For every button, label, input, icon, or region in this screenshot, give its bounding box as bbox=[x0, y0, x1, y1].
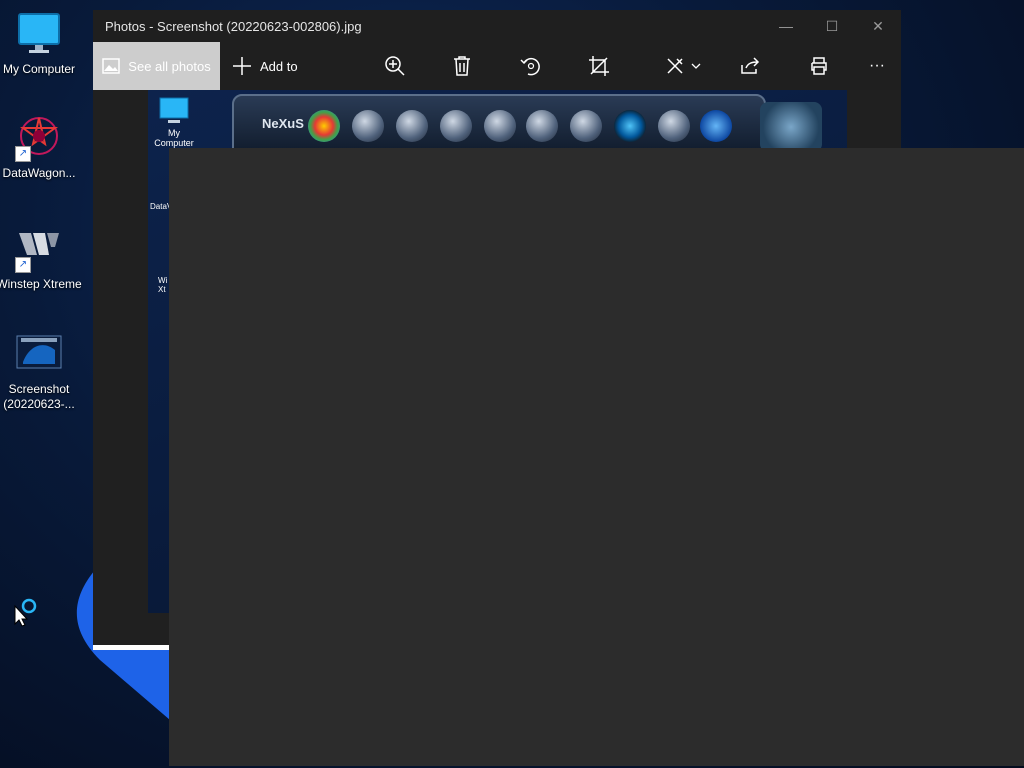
desktop-icon-label: Screenshot (20220623-... bbox=[3, 382, 75, 411]
chevron-down-icon bbox=[691, 63, 701, 69]
monitor-icon bbox=[15, 10, 63, 58]
desktop-icon-winstep-xtreme[interactable]: ↗ Winstep Xtreme bbox=[0, 225, 82, 292]
dock-item bbox=[484, 110, 516, 142]
dock-item bbox=[440, 110, 472, 142]
title-bar[interactable]: Photos - Screenshot (20220623-002806).jp… bbox=[93, 10, 901, 42]
dock-item bbox=[526, 110, 558, 142]
desktop-icon-my-computer[interactable]: My Computer bbox=[0, 10, 82, 77]
dock-item bbox=[352, 110, 384, 142]
share-icon bbox=[741, 57, 760, 74]
close-button[interactable]: ✕ bbox=[855, 10, 901, 42]
crop-icon bbox=[589, 56, 609, 76]
add-to-label: Add to bbox=[260, 58, 298, 74]
window-edge-highlight bbox=[93, 645, 169, 650]
shortcut-arrow-icon: ↗ bbox=[15, 146, 31, 162]
desktop-icon-screenshot[interactable]: Screenshot (20220623-... bbox=[0, 330, 82, 412]
inner-monitor-icon bbox=[159, 97, 189, 123]
datawagon-icon: ↗ bbox=[15, 114, 63, 162]
busy-cursor-icon bbox=[14, 598, 37, 627]
share-button[interactable] bbox=[736, 52, 764, 80]
window-title: Photos - Screenshot (20220623-002806).jp… bbox=[105, 18, 362, 34]
rotate-button[interactable] bbox=[517, 52, 545, 80]
trash-icon bbox=[454, 56, 470, 76]
desktop-icon-label: DataWagon... bbox=[2, 166, 76, 180]
delete-button[interactable] bbox=[448, 52, 476, 80]
printer-icon bbox=[811, 57, 827, 75]
desktop-icon-label: Winstep Xtreme bbox=[0, 277, 82, 291]
shortcut-arrow-icon: ↗ bbox=[15, 257, 31, 273]
zoom-in-icon bbox=[385, 56, 405, 76]
see-all-photos-label: See all photos bbox=[128, 58, 211, 74]
screenshot-file-icon bbox=[15, 330, 63, 378]
see-all-photos-button[interactable]: See all photos bbox=[93, 42, 220, 90]
print-button[interactable] bbox=[805, 52, 833, 80]
crop-button[interactable] bbox=[585, 52, 613, 80]
edit-tools-icon bbox=[667, 58, 683, 74]
more-options-button[interactable]: ··· bbox=[863, 52, 891, 80]
dock-item bbox=[614, 110, 646, 142]
dark-overlay-panel bbox=[169, 148, 1024, 766]
toolbar: See all photos Add to ··· bbox=[93, 42, 901, 90]
dock-item bbox=[396, 110, 428, 142]
inner-gauge-widget bbox=[760, 102, 822, 152]
winstep-icon: ↗ bbox=[15, 225, 63, 273]
desktop-icon-label: My Computer bbox=[2, 62, 76, 76]
photo-gallery-icon bbox=[102, 58, 121, 74]
minimize-button[interactable]: — bbox=[763, 10, 809, 42]
inner-icon-label: My Computer bbox=[154, 128, 194, 148]
dock-item bbox=[308, 110, 340, 142]
dock-item bbox=[700, 110, 732, 142]
desktop-icon-datawagon[interactable]: ↗ DataWagon... bbox=[0, 114, 82, 181]
add-to-button[interactable]: Add to bbox=[232, 56, 298, 76]
dock-item bbox=[570, 110, 602, 142]
plus-icon bbox=[233, 57, 251, 75]
zoom-in-button[interactable] bbox=[381, 52, 409, 80]
edit-create-button[interactable] bbox=[663, 52, 703, 80]
dock-logo: NeXuS bbox=[262, 116, 304, 131]
rotate-icon bbox=[520, 57, 540, 76]
maximize-button[interactable]: ☐ bbox=[809, 10, 855, 42]
dock-item bbox=[658, 110, 690, 142]
